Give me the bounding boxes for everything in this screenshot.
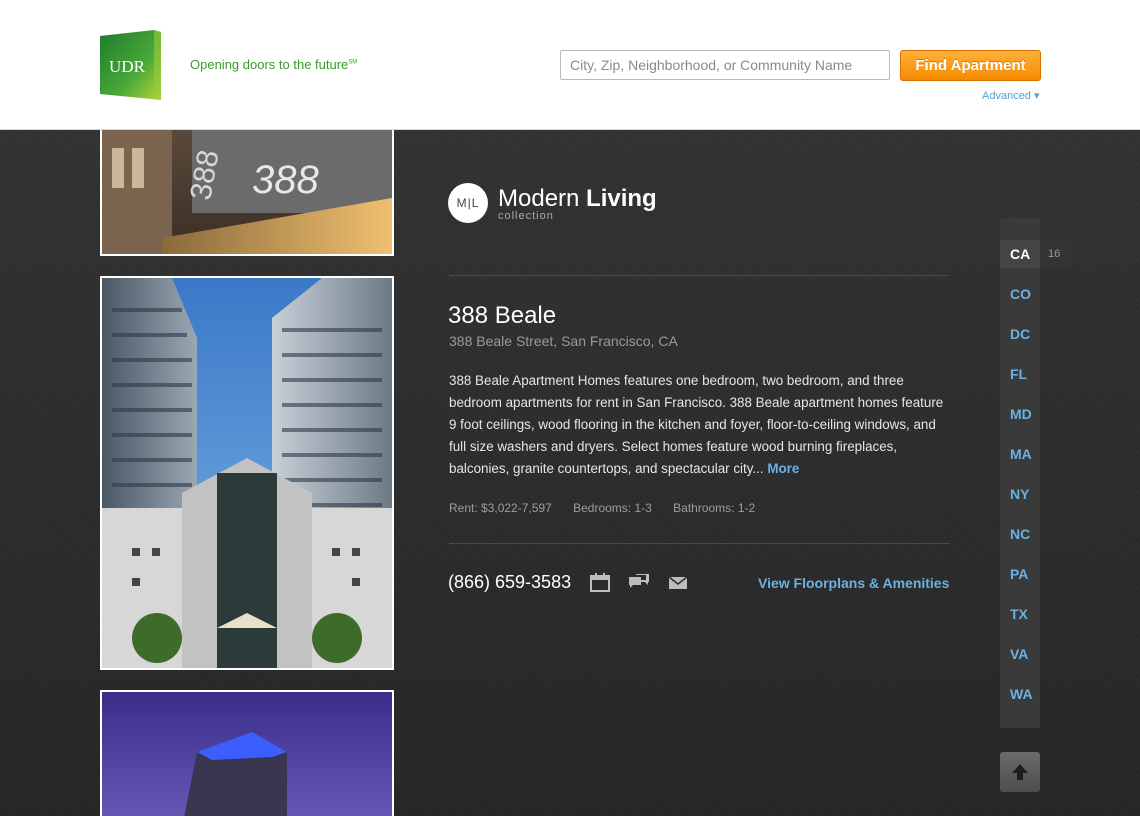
property-address: 388 Beale Street, San Francisco, CA [449, 333, 678, 349]
state-ma[interactable]: MA [1000, 440, 1040, 468]
find-apartment-button[interactable]: Find Apartment [900, 50, 1041, 81]
back-to-top-button[interactable] [1000, 752, 1040, 792]
svg-text:UDR: UDR [109, 57, 146, 76]
state-dc[interactable]: DC [1000, 320, 1040, 348]
mail-icon[interactable] [667, 572, 689, 594]
state-fl[interactable]: FL [1000, 360, 1040, 388]
up-arrow-icon [1012, 764, 1028, 780]
chat-icon[interactable] [628, 572, 650, 594]
tagline: Opening doors to the futureSM [190, 57, 357, 72]
state-ca[interactable]: CA [1000, 240, 1040, 268]
state-pa[interactable]: PA [1000, 560, 1040, 588]
collection-title-light: Modern [498, 185, 580, 212]
state-va[interactable]: VA [1000, 640, 1040, 668]
property-description: 388 Beale Apartment Homes features one b… [449, 370, 949, 480]
state-ny[interactable]: NY [1000, 480, 1040, 508]
main-content: 388 388 M|L Modern Living collection 388… [0, 130, 1140, 816]
ml-monogram: M|L [448, 183, 488, 223]
property-photo-top[interactable]: 388 388 [100, 130, 394, 256]
divider-top [449, 275, 949, 276]
property-photo-main[interactable] [100, 276, 394, 670]
state-count-badge: 16 [1040, 240, 1072, 268]
advanced-search-link[interactable]: Advanced ▾ [982, 89, 1040, 102]
tagline-text: Opening doors to the future [190, 57, 349, 72]
state-nc[interactable]: NC [1000, 520, 1040, 548]
search-input[interactable] [560, 50, 890, 80]
state-wa[interactable]: WA [1000, 680, 1040, 708]
state-tx[interactable]: TX [1000, 600, 1040, 628]
description-text: 388 Beale Apartment Homes features one b… [449, 373, 944, 476]
divider-bottom [449, 543, 949, 544]
rent-range: Rent: $3,022-7,597 [449, 501, 552, 515]
udr-logo[interactable]: UDR [100, 30, 161, 100]
state-nav: CA CO DC FL MD MA NY NC PA TX VA WA [1000, 218, 1040, 728]
svg-text:388: 388 [252, 158, 319, 202]
collection-subtitle: collection [498, 210, 554, 222]
phone-number[interactable]: (866) 659-3583 [448, 572, 571, 593]
property-photo-bottom[interactable] [100, 690, 394, 816]
state-co[interactable]: CO [1000, 280, 1040, 308]
property-name: 388 Beale [448, 302, 557, 329]
site-header: UDR Opening doors to the futureSM Find A… [0, 0, 1140, 130]
modern-living-logo: M|L Modern Living collection [448, 182, 668, 224]
property-stats: Rent: $3,022-7,597 Bedrooms: 1-3 Bathroo… [449, 501, 773, 515]
bedrooms-range: Bedrooms: 1-3 [573, 501, 652, 515]
collection-title-bold: Living [586, 185, 657, 212]
view-floorplans-link[interactable]: View Floorplans & Amenities [758, 575, 949, 591]
more-link[interactable]: More [767, 461, 799, 476]
collection-title: Modern Living [498, 185, 657, 213]
calendar-icon[interactable] [589, 572, 611, 594]
state-md[interactable]: MD [1000, 400, 1040, 428]
bathrooms-range: Bathrooms: 1-2 [673, 501, 756, 515]
service-mark: SM [348, 59, 358, 66]
